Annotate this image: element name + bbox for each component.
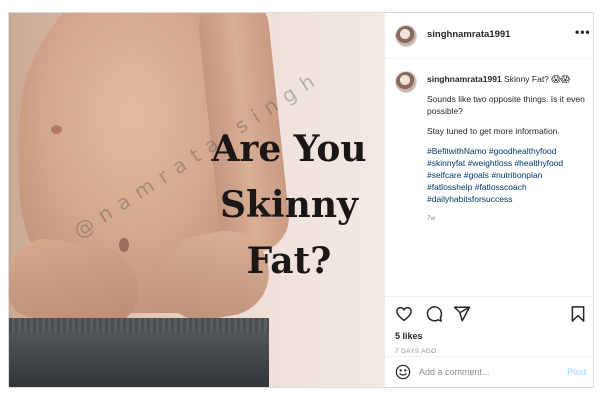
caption-time[interactable]: 7w [427,213,587,225]
hashtag[interactable]: #fatlosshelp [427,182,472,192]
more-horizontal-icon[interactable]: ••• [575,25,591,39]
author-avatar[interactable] [395,25,417,47]
smile-icon[interactable] [395,364,411,380]
hashtag[interactable]: #skinnyfat [427,158,465,168]
post-timestamp[interactable]: 7 DAYS AGO [395,348,437,355]
instagram-post: @namrata singh Are You Skinny Fat? singh… [8,12,594,388]
headline-line-3: Fat? [246,240,332,282]
heart-icon[interactable] [395,305,413,323]
caption-area: singhnamrata1991 Skinny Fat? 😱😱 Sounds l… [385,69,593,289]
post-header: singhnamrata1991 ••• [385,13,593,59]
hashtag[interactable]: #goodhealthyfood [489,146,557,156]
headline-line-1: Are You [211,128,367,170]
hashtag[interactable]: #weightloss [468,158,512,168]
comment-input[interactable] [419,363,559,381]
hashtag[interactable]: #selfcare [427,170,462,180]
chest-detail [51,125,62,134]
likes-count[interactable]: 5 likes [395,331,423,341]
action-bar: 5 likes 7 DAYS AGO [385,296,593,356]
comment-icon[interactable] [425,305,443,323]
caption-hashtags: #BefitwithNamo #goodhealthyfood #skinnyf… [427,145,587,205]
caption-text: singhnamrata1991 Skinny Fat? 😱😱 Sounds l… [427,73,587,225]
caption-emoji: 😱😱 [551,74,571,84]
hashtag[interactable]: #goals [464,170,489,180]
hashtag[interactable]: #nutritionplan [491,170,542,180]
caption-avatar[interactable] [395,71,417,93]
caption-paragraph-1: Sounds like two opposite things. Is it e… [427,94,585,116]
post-comment-button[interactable]: Post [567,367,587,377]
hashtag[interactable]: #BefitwithNamo [427,146,487,156]
author-username[interactable]: singhnamrata1991 [427,29,510,40]
caption-paragraph-2: Stay tuned to get more information. [427,126,560,136]
shorts-figure [9,318,269,387]
hashtag[interactable]: #dailyhabitsforsuccess [427,194,513,204]
caption-username[interactable]: singhnamrata1991 [427,74,502,84]
share-icon[interactable] [453,305,471,323]
hashtag[interactable]: #fatlosscoach [475,182,527,192]
caption-title: Skinny Fat? [504,74,549,84]
navel-detail [119,238,129,252]
headline-line-2: Skinny [220,184,358,226]
comment-bar: Post [385,356,593,387]
caption-title-line: singhnamrata1991 Skinny Fat? 😱😱 [427,73,587,85]
post-sidebar: singhnamrata1991 ••• singhnamrata1991 Sk… [385,13,593,387]
hashtag[interactable]: #healthyfood [514,158,563,168]
image-headline: Are You Skinny Fat? [199,121,379,289]
bookmark-icon[interactable] [569,305,587,323]
post-image[interactable]: @namrata singh Are You Skinny Fat? [9,13,385,387]
